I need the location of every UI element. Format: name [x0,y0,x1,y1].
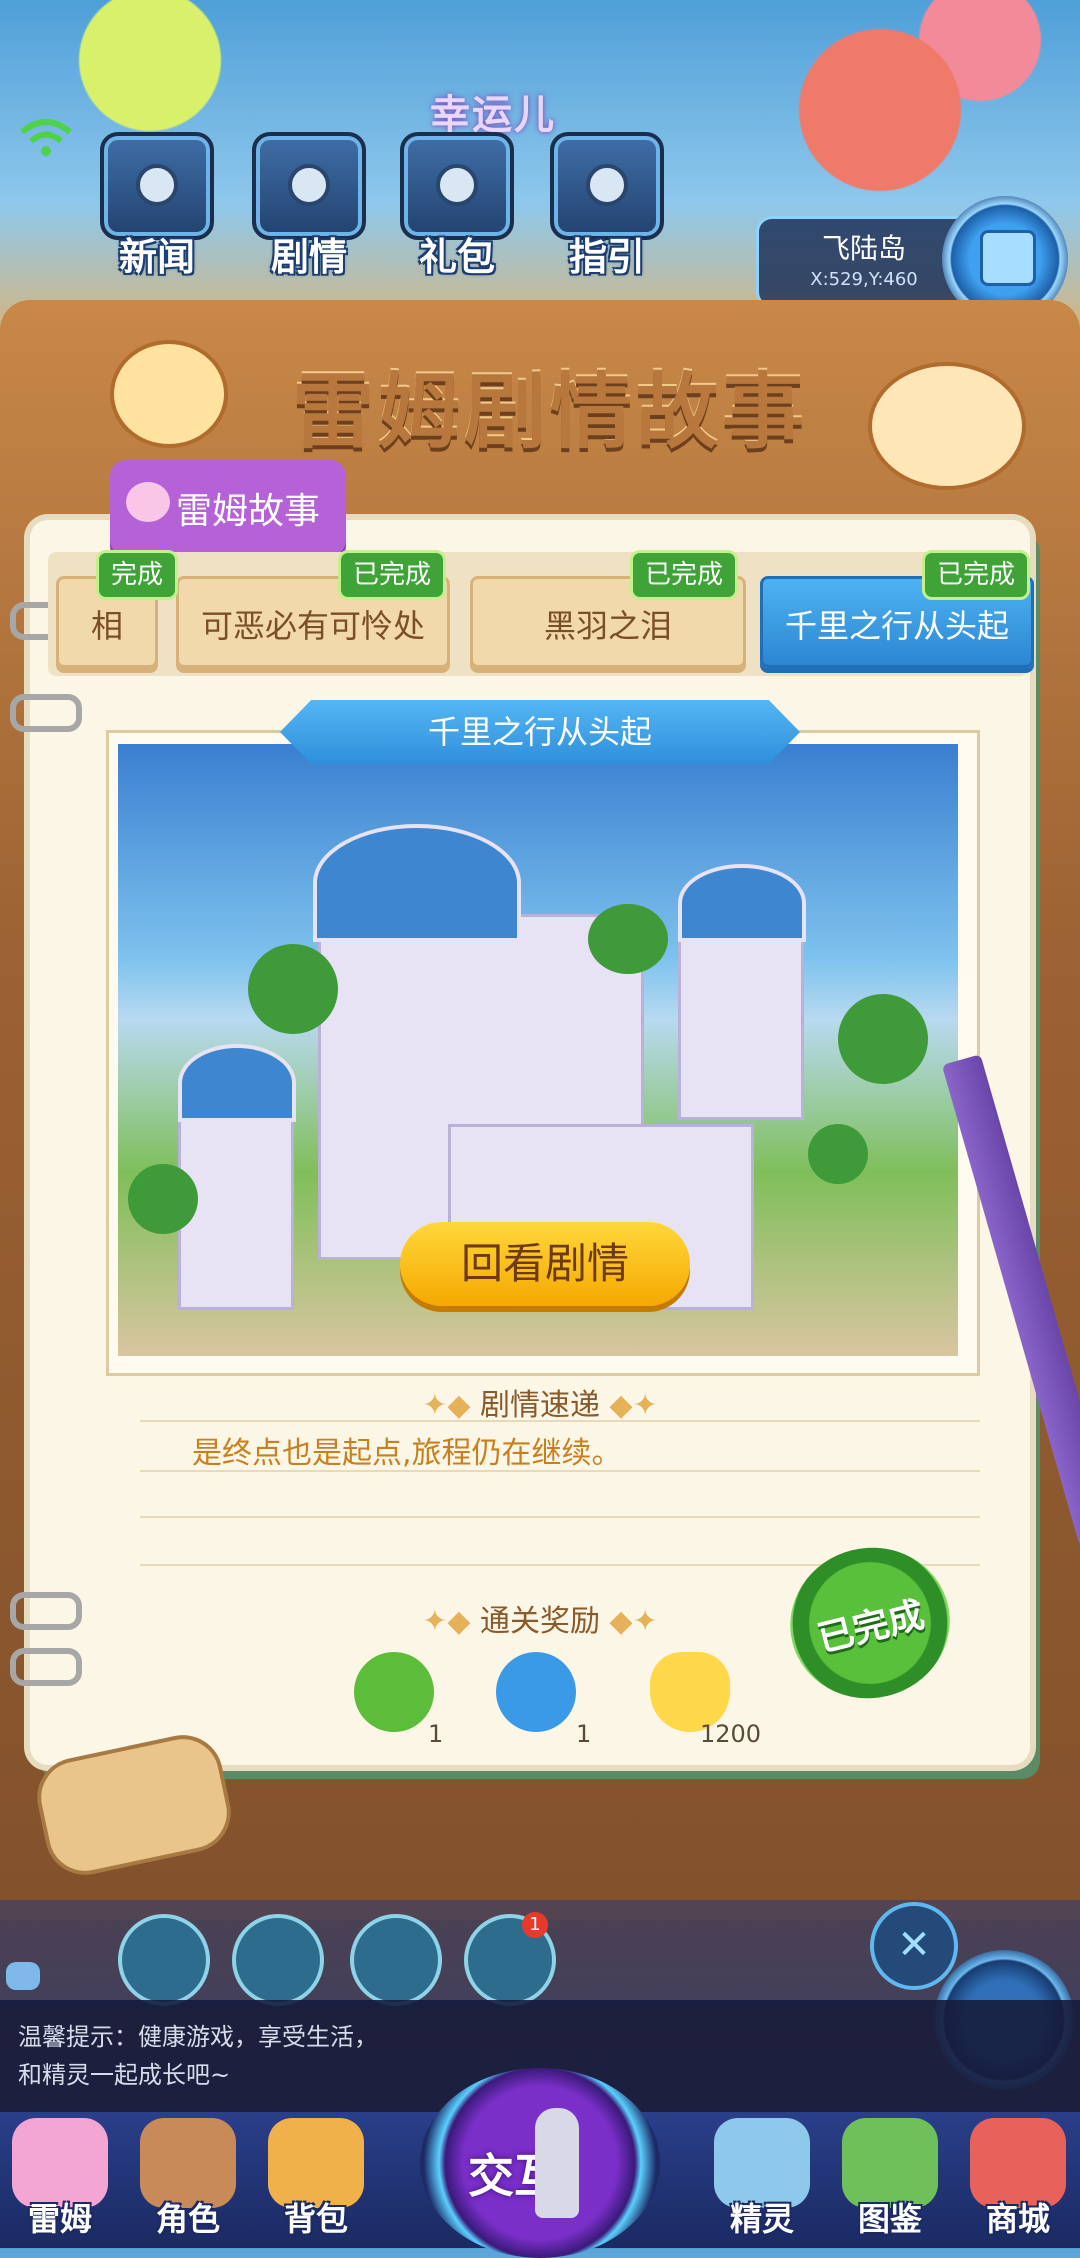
summary-header-text: 剧情速递 [480,1388,600,1423]
chapter-tab-title: 相 [90,607,123,645]
pig-face-icon [126,482,170,522]
completed-badge: 完成 [96,550,179,600]
quick-action-icon[interactable] [350,1914,442,2006]
nav-label: 图鉴 [857,2200,922,2238]
news-icon [100,132,214,240]
nav-label: 角色 [155,2200,220,2238]
review-story-button[interactable]: 回看剧情 [400,1222,690,1306]
story-label: 剧情 [270,235,347,279]
map-name: 飞陆岛 [821,232,906,265]
guide-label: 指引 [568,235,645,279]
chapter-tab-title: 可恶必有可怜处 [200,607,425,645]
health-tip-line: 温馨提示：健康游戏，享受生活， [18,2023,378,2051]
map-icon [980,230,1036,286]
star-decoration-icon: ✦◆ [422,1604,480,1639]
cat-decoration-icon [110,340,228,448]
map-coordinates: X:529,Y:460 [810,269,918,290]
map-location-panel[interactable]: 飞陆岛 X:529,Y:460 [756,216,972,308]
completed-badge: 已完成 [338,550,447,600]
green-fruit-icon [354,1652,434,1732]
nav-label: 雷姆 [27,2200,92,2238]
rewards-header-text: 通关奖励 [480,1604,600,1639]
nav-character[interactable]: 角色 [128,2118,248,2248]
nav-backpack[interactable]: 背包 [256,2118,376,2248]
nav-label: 精灵 [729,2200,794,2238]
chapter-title-ribbon: 千里之行从头起 [280,700,800,764]
category-tab-label: 雷姆故事 [176,491,321,532]
summary-header: ✦◆ 剧情速递 ◆✦ [0,1380,1080,1424]
star-decoration-icon: ◆✦ [600,1604,658,1639]
guide-button[interactable]: 指引 [548,132,666,282]
wifi-icon [20,119,72,156]
binder-ring [10,694,82,732]
chat-bubble-icon[interactable] [6,1962,40,1990]
divider [140,1420,980,1422]
reward-count: 1 [576,1720,592,1748]
divider [140,1516,980,1518]
reward-count: 1 [428,1720,444,1748]
category-tab-leimu-story[interactable]: 雷姆故事 [110,460,346,556]
completed-badge: 已完成 [630,550,739,600]
quick-action-icon[interactable] [232,1914,324,2006]
chapter-tab-title: 黑羽之泪 [543,607,672,645]
player-avatar [535,2108,579,2218]
news-button[interactable]: 新闻 [98,132,216,282]
notification-badge: 1 [522,1912,548,1938]
nav-label: 背包 [283,2200,348,2238]
health-tip: 温馨提示：健康游戏，享受生活， 和精灵一起成长吧~ [18,2018,378,2094]
gift-button[interactable]: 礼包 [398,132,516,282]
gift-icon [400,132,514,240]
nav-handbook[interactable]: 图鉴 [830,2118,950,2248]
board-title: 雷姆剧情故事 [291,365,808,460]
star-decoration-icon: ◆✦ [600,1388,658,1423]
blue-fruit-icon [496,1652,576,1732]
guide-icon [550,132,664,240]
chapter-tab-title: 千里之行从头起 [784,607,1009,645]
nav-shop[interactable]: 商城 [958,2118,1078,2248]
quick-action-icon[interactable] [118,1914,210,2006]
completed-badge: 已完成 [922,550,1031,600]
binder-ring [10,1648,82,1686]
story-icon [252,132,366,240]
bear-decoration-icon [868,362,1026,490]
health-tip-line: 和精灵一起成长吧~ [18,2061,231,2089]
star-decoration-icon: ✦◆ [422,1388,480,1423]
news-label: 新闻 [118,235,195,279]
story-button[interactable]: 剧情 [250,132,368,282]
nav-spirit[interactable]: 精灵 [702,2118,822,2248]
divider [140,1470,980,1472]
gift-label: 礼包 [418,235,495,279]
reward-count: 1200 [700,1720,762,1748]
completed-stamp-label: 已完成 [813,1594,929,1661]
nav-leimu[interactable]: 雷姆 [0,2118,120,2248]
close-button[interactable]: ✕ [870,1902,958,1990]
nav-label: 商城 [985,2200,1050,2238]
story-summary: 是终点也是起点,旅程仍在继续。 [192,1436,622,1471]
